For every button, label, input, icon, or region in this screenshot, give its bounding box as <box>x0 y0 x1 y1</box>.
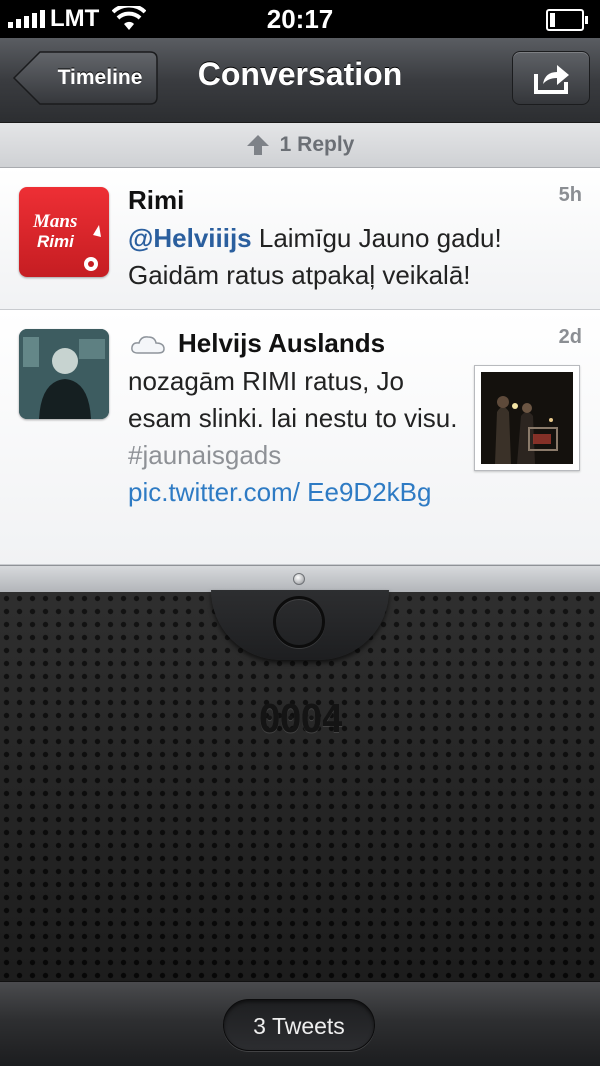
bottom-toolbar: 3 Tweets <box>0 981 600 1066</box>
tweet-counter: 0004 <box>258 697 344 741</box>
mention-link[interactable]: @Helviiijs <box>128 223 252 253</box>
replies-count-label: 1 Reply <box>279 133 355 156</box>
tweet-time: 5h <box>558 184 582 206</box>
arrow-up-icon <box>246 135 269 155</box>
tweet-body: nozagām RIMI ratus, Jo esam slinki. lai … <box>128 366 458 433</box>
tweet-row[interactable]: Mans Rimi Rimi 5h @Helviiijs Laimīgu Jau… <box>0 168 600 310</box>
tweet-text: nozagām RIMI ratus, Jo esam slinki. lai … <box>128 363 463 511</box>
avatar[interactable] <box>19 329 109 419</box>
rimi-logo-icon: Mans Rimi <box>32 211 101 271</box>
back-button-label: Timeline <box>57 66 143 89</box>
svg-text:Rimi: Rimi <box>37 232 75 251</box>
back-button[interactable]: Timeline <box>12 51 158 105</box>
tweet-row[interactable]: Helvijs Auslands 2d nozagām RIMI ratus, … <box>0 310 600 565</box>
page-title: Conversation <box>197 56 403 92</box>
handle-dot-icon <box>293 573 305 585</box>
status-bar: LMT 20:17 <box>0 0 600 38</box>
status-clock: 20:17 <box>266 4 334 34</box>
hashtag-link[interactable]: #jaunaisgads <box>128 440 281 470</box>
tweet-author[interactable]: Helvijs Auslands <box>130 328 385 359</box>
media-link[interactable]: pic.twitter.com/ Ee9D2kBg <box>128 477 431 507</box>
tweets-count-button[interactable]: 3 Tweets <box>223 999 375 1051</box>
home-ring-icon <box>273 596 325 648</box>
navigation-bar: Timeline Conversation <box>0 38 600 123</box>
media-thumbnail[interactable] <box>474 365 580 471</box>
tweet-author-name[interactable]: Helvijs Auslands <box>178 328 385 359</box>
share-icon <box>534 65 569 94</box>
svg-text:Mans: Mans <box>32 211 77 232</box>
cloud-icon <box>131 335 165 354</box>
battery-icon <box>546 9 588 31</box>
pull-handle[interactable] <box>0 565 600 593</box>
tweet-text: @Helviiijs Laimīgu Jauno gadu! Gaidām ra… <box>128 220 578 294</box>
tweet-time: 2d <box>558 326 582 348</box>
speaker-grille-background: 0004 <box>0 590 600 981</box>
share-button[interactable] <box>512 51 590 105</box>
avatar[interactable]: Mans Rimi <box>19 187 109 277</box>
replies-header[interactable]: 1 Reply <box>0 123 600 168</box>
tweet-author[interactable]: Rimi <box>128 185 184 216</box>
